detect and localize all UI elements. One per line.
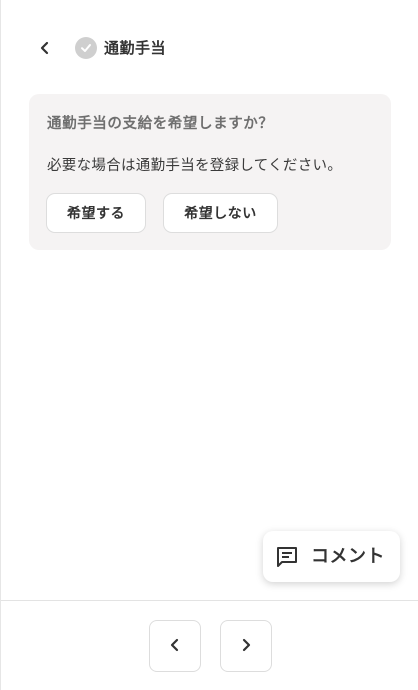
apply-button[interactable]: 希望する [46,193,146,233]
question-card: 通勤手当の支給を希望しますか？ 必要な場合は通勤手当を登録してください。 希望す… [29,94,391,250]
description-text: 必要な場合は通勤手当を登録してください。 [47,158,343,174]
chevron-right-icon [239,637,253,656]
comment-button[interactable]: コメント [263,531,400,582]
app-frame: 通勤手当 通勤手当の支給を希望しますか？ 必要な場合は通勤手当を登録してください… [0,0,418,690]
check-circle-icon [75,37,97,59]
header: 通勤手当 [1,26,418,70]
comment-label: コメント [311,546,385,567]
page-title: 通勤手当 [104,39,167,57]
question-text: 通勤手当の支給を希望しますか？ [47,116,274,132]
previous-button[interactable] [149,620,201,672]
comment-icon [275,545,299,569]
chevron-left-icon [38,41,52,55]
bottom-navigation [1,600,418,690]
chevron-left-icon [168,637,182,656]
back-button[interactable] [31,34,59,62]
decline-button[interactable]: 希望しない [163,193,278,233]
next-button[interactable] [220,620,272,672]
